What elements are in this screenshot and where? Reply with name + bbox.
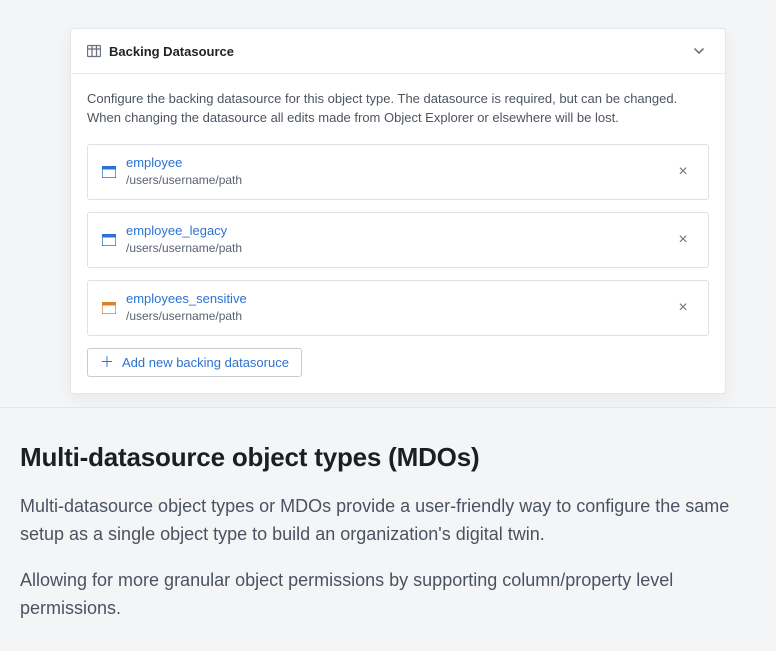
article-paragraph: Allowing for more granular object permis… <box>20 567 756 623</box>
panel-header[interactable]: Backing Datasource <box>71 29 725 74</box>
article-paragraph: Multi-datasource object types or MDOs pr… <box>20 493 756 549</box>
article-section: Multi-datasource object types (MDOs) Mul… <box>20 442 756 641</box>
add-button-label: Add new backing datasoruce <box>122 355 289 370</box>
close-icon: × <box>678 163 687 181</box>
panel-body: Configure the backing datasource for thi… <box>71 74 725 393</box>
section-separator <box>0 407 776 408</box>
panel-helptext: Configure the backing datasource for thi… <box>87 90 709 128</box>
datasource-row[interactable]: employee /users/username/path × <box>87 144 709 200</box>
add-backing-datasource-button[interactable]: ＋ Add new backing datasoruce <box>87 348 302 377</box>
datasource-text: employee_legacy /users/username/path <box>126 223 662 257</box>
datasource-row[interactable]: employees_sensitive /users/username/path… <box>87 280 709 336</box>
datasource-name[interactable]: employees_sensitive <box>126 291 662 307</box>
panel-title: Backing Datasource <box>109 44 689 59</box>
datasource-name[interactable]: employee <box>126 155 662 171</box>
dataset-icon <box>102 165 116 179</box>
datasource-path: /users/username/path <box>126 240 662 257</box>
article-heading: Multi-datasource object types (MDOs) <box>20 442 756 473</box>
close-icon: × <box>678 231 687 249</box>
datasource-path: /users/username/path <box>126 172 662 189</box>
table-icon <box>87 44 101 58</box>
datasource-text: employees_sensitive /users/username/path <box>126 291 662 325</box>
remove-datasource-button[interactable]: × <box>672 229 694 251</box>
chevron-down-icon[interactable] <box>689 41 709 61</box>
datasource-path: /users/username/path <box>126 308 662 325</box>
dataset-sensitive-icon <box>102 301 116 315</box>
dataset-icon <box>102 233 116 247</box>
plus-icon: ＋ <box>100 355 114 369</box>
datasource-text: employee /users/username/path <box>126 155 662 189</box>
remove-datasource-button[interactable]: × <box>672 161 694 183</box>
remove-datasource-button[interactable]: × <box>672 297 694 319</box>
backing-datasource-panel: Backing Datasource Configure the backing… <box>70 28 726 394</box>
close-icon: × <box>678 299 687 317</box>
datasource-list: employee /users/username/path × employee… <box>87 144 709 336</box>
datasource-row[interactable]: employee_legacy /users/username/path × <box>87 212 709 268</box>
datasource-name[interactable]: employee_legacy <box>126 223 662 239</box>
